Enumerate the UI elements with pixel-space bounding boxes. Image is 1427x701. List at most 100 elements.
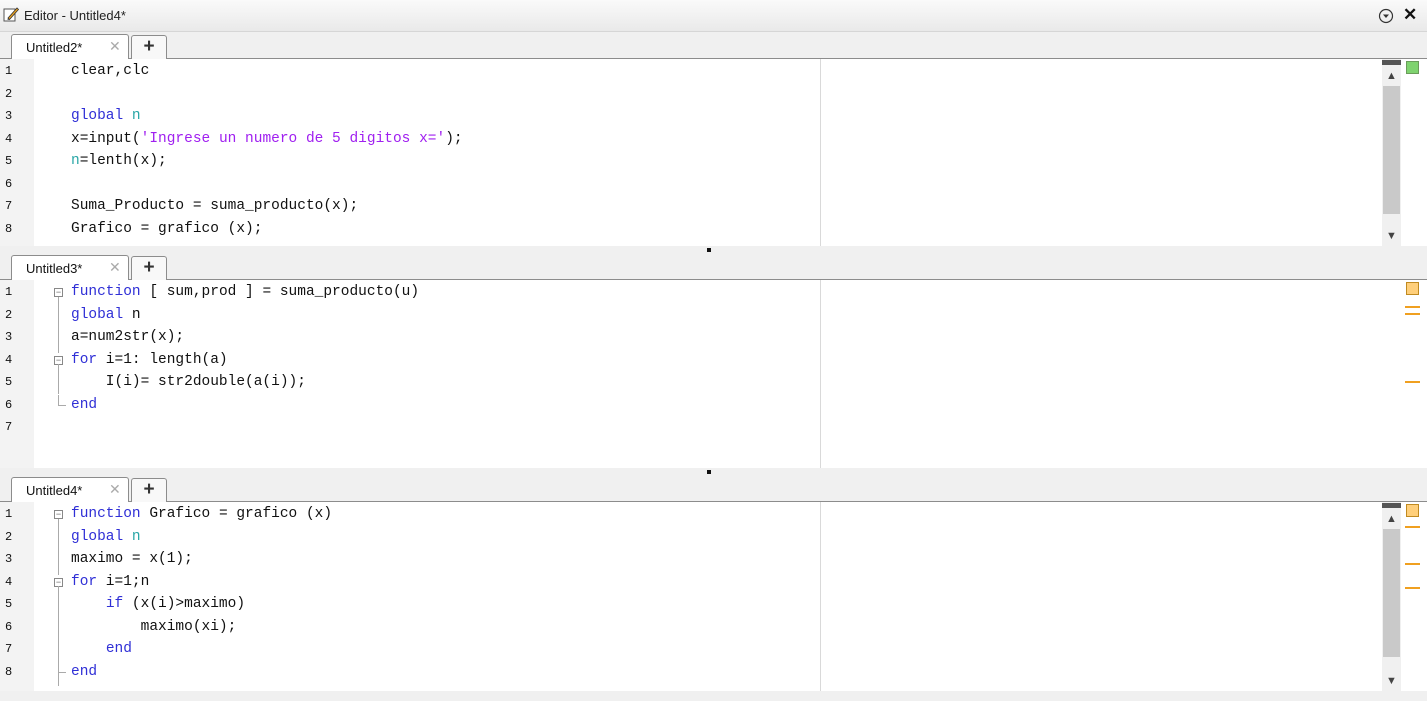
fold-end-marker (58, 394, 66, 406)
code-line: 1 − function [ sum,prod ] = suma_product… (0, 282, 1380, 305)
splitter-grip-icon[interactable] (707, 248, 711, 252)
scroll-down-icon[interactable]: ▼ (1382, 672, 1401, 690)
line-number: 6 (5, 176, 13, 191)
warning-marker[interactable] (1405, 381, 1420, 383)
tab-untitled4[interactable]: Untitled4* ✕ (11, 477, 129, 502)
add-tab-button[interactable]: + (131, 256, 167, 280)
scrollbar-thumb[interactable] (1383, 86, 1400, 214)
warning-marker[interactable] (1405, 306, 1420, 308)
add-tab-button[interactable]: + (131, 35, 167, 59)
code-text: end (105, 641, 132, 657)
tab-label: Untitled4* (26, 483, 83, 498)
fold-collapse-icon[interactable]: − (54, 510, 63, 519)
close-window-button[interactable]: ✕ (1403, 5, 1417, 25)
code-line: 5 I(i)= str2double(a(i)); (0, 372, 1380, 395)
line-number: 7 (5, 420, 13, 434)
code-line: 5 if (x(i)>maximo) (0, 594, 1380, 617)
code-text: x=input('Ingrese un numero de 5 digitos … (71, 130, 463, 147)
code-analyzer-warning-icon[interactable] (1406, 282, 1419, 295)
warning-marker[interactable] (1405, 563, 1420, 565)
editor-pane-untitled3: Untitled3* ✕ + 1 − function [ sum,prod ]… (0, 253, 1427, 468)
tab-close-icon[interactable]: ✕ (109, 259, 121, 276)
window-title: Editor - Untitled4* (24, 8, 126, 23)
tab-close-icon[interactable]: ✕ (109, 481, 121, 498)
vertical-scrollbar[interactable]: ▲ ▼ (1382, 59, 1401, 246)
code-line: 1 − function Grafico = grafico (x) (0, 504, 1380, 527)
vertical-scrollbar[interactable]: ▲ ▼ (1382, 502, 1401, 691)
code-editor[interactable]: 1 clear,clc 2 3 global n 4 x=input('Ingr… (0, 59, 1427, 246)
tab-label: Untitled2* (26, 40, 83, 55)
code-line: 6 (0, 174, 1380, 197)
code-line: 7 end (0, 639, 1380, 662)
code-line: 2 (0, 84, 1380, 107)
code-text: maximo = x(1); (71, 551, 193, 567)
line-number: 5 (5, 597, 13, 611)
code-text: global n (71, 306, 141, 323)
editor-title-bar: Editor - Untitled4* ✕ (0, 0, 1427, 32)
tab-untitled3[interactable]: Untitled3* ✕ (11, 255, 129, 280)
editor-pen-icon (3, 7, 19, 22)
code-line: 2 global n (0, 527, 1380, 550)
line-number: 1 (5, 285, 13, 299)
code-text: maximo(xi); (71, 618, 237, 635)
line-number: 3 (5, 109, 13, 123)
code-line: 3 a=num2str(x); (0, 327, 1380, 350)
pane-splitter[interactable] (0, 468, 1427, 475)
scroll-up-icon[interactable]: ▲ (1382, 67, 1401, 85)
code-line: 3 global n (0, 106, 1380, 129)
code-line: 6 maximo(xi); (0, 617, 1380, 640)
code-text: I(i)= str2double(a(i)); (71, 374, 306, 390)
code-line: 7 Suma_Producto = suma_producto(x); (0, 196, 1380, 219)
code-editor[interactable]: 1 − function [ sum,prod ] = suma_product… (0, 280, 1427, 468)
code-line: 2 global n (0, 305, 1380, 328)
fold-end-marker (58, 661, 66, 673)
code-text: for i=1: length(a) (71, 351, 228, 368)
code-text: Suma_Producto = suma_producto(x); (71, 198, 359, 214)
line-number: 1 (5, 64, 13, 78)
scroll-down-icon[interactable]: ▼ (1382, 227, 1401, 245)
code-text: if (x(i)>maximo) (105, 596, 246, 612)
tab-untitled2[interactable]: Untitled2* ✕ (11, 34, 129, 59)
code-analyzer-ok-icon[interactable] (1406, 61, 1419, 74)
line-number: 5 (5, 375, 13, 389)
line-number: 3 (5, 552, 13, 566)
tab-label: Untitled3* (26, 261, 83, 276)
scrollbar-top-marker (1382, 503, 1401, 508)
circle-down-icon[interactable] (1378, 8, 1394, 24)
scrollbar-top-marker (1382, 60, 1401, 65)
line-number: 2 (5, 86, 13, 101)
code-editor[interactable]: 1 − function Grafico = grafico (x) 2 glo… (0, 502, 1427, 691)
add-tab-button[interactable]: + (131, 478, 167, 502)
splitter-grip-icon[interactable] (707, 470, 711, 474)
warning-marker[interactable] (1405, 313, 1420, 315)
scroll-up-icon[interactable]: ▲ (1382, 510, 1401, 528)
code-text: a=num2str(x); (71, 329, 185, 345)
code-line: 1 clear,clc (0, 61, 1380, 84)
code-line: 7 (0, 417, 1380, 440)
tab-close-icon[interactable]: ✕ (109, 38, 121, 55)
code-line: 8 end (0, 661, 1380, 685)
line-number: 4 (5, 574, 13, 589)
line-number: 4 (5, 131, 13, 146)
code-text: for i=1;n (71, 573, 150, 590)
line-number: 8 (5, 664, 13, 679)
code-analyzer-warning-icon[interactable] (1406, 504, 1419, 517)
line-number: 4 (5, 352, 13, 367)
code-line: 8 Grafico = grafico (x); (0, 219, 1380, 242)
code-line: 6 end (0, 394, 1380, 418)
code-text: end (71, 396, 98, 413)
code-line: 4 − for i=1: length(a) (0, 350, 1380, 373)
line-number: 2 (5, 307, 13, 322)
fold-collapse-icon[interactable]: − (54, 288, 63, 297)
code-line: 4 x=input('Ingrese un numero de 5 digito… (0, 129, 1380, 152)
line-number: 1 (5, 507, 13, 521)
pane-splitter[interactable] (0, 246, 1427, 253)
line-number: 6 (5, 619, 13, 634)
warning-marker[interactable] (1405, 526, 1420, 528)
code-text: function Grafico = grafico (x) (71, 506, 333, 522)
tab-strip: Untitled4* ✕ + (0, 475, 1427, 502)
code-text: n=lenth(x); (71, 153, 167, 169)
tab-strip: Untitled3* ✕ + (0, 253, 1427, 280)
scrollbar-thumb[interactable] (1383, 529, 1400, 657)
warning-marker[interactable] (1405, 587, 1420, 589)
